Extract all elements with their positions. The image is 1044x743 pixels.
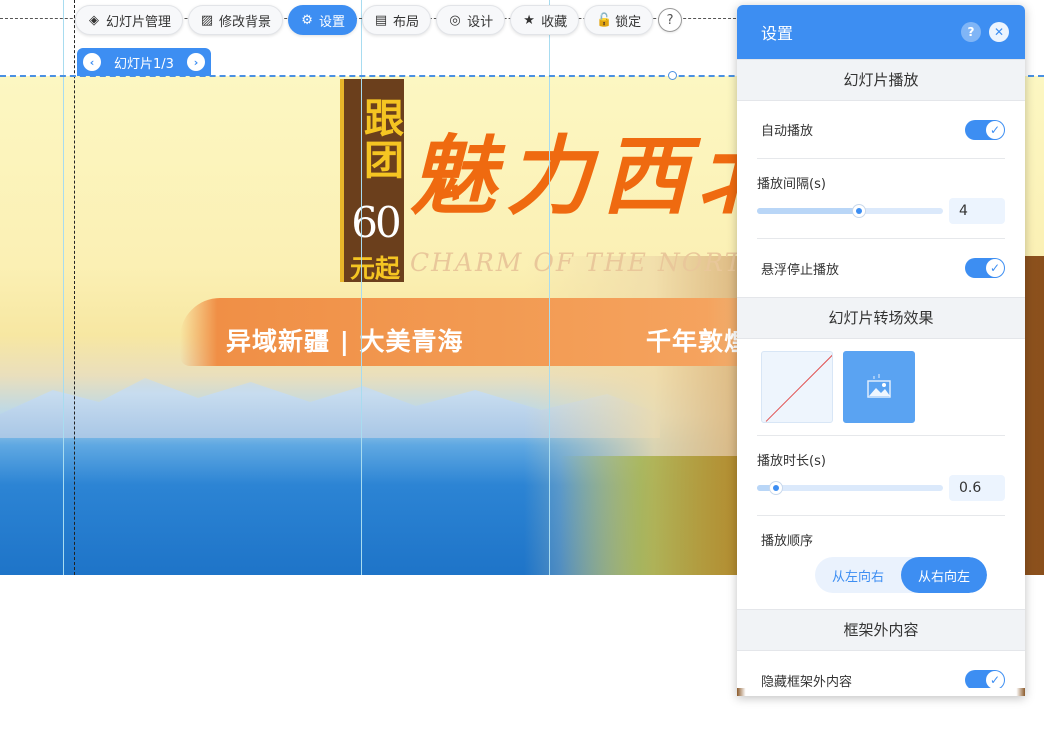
- autoplay-toggle[interactable]: ✓: [965, 119, 1005, 140]
- panel-header-icons: ? ✕: [961, 22, 1009, 42]
- lock-label: 锁定: [615, 14, 642, 30]
- effect-fade-option[interactable]: [843, 351, 915, 423]
- design-icon: ◎: [449, 12, 461, 28]
- close-icon[interactable]: ✕: [989, 22, 1009, 42]
- gear-icon: ⚙: [301, 12, 313, 28]
- favorite-button[interactable]: ★ 收藏: [510, 5, 580, 35]
- guide-line: [549, 0, 550, 575]
- duration-input[interactable]: 0.6: [949, 475, 1005, 501]
- design-button[interactable]: ◎ 设计: [436, 5, 506, 35]
- check-icon: ✓: [986, 120, 1004, 139]
- settings-label: 设置: [319, 14, 346, 30]
- layout-label: 布局: [393, 14, 420, 30]
- duration-row: 播放时长(s) 0.6: [757, 436, 1005, 516]
- hide-outside-toggle[interactable]: ✓: [965, 670, 1005, 690]
- slide-counter: 幻灯片1/3: [114, 56, 174, 72]
- tag-bottom-text: 元起: [349, 254, 400, 283]
- floating-toolbar: ◈ 幻灯片管理 ▨ 修改背景 ⚙ 设置 ▤ 布局 ◎ 设计 ★ 收藏 🔓 锁定 …: [75, 5, 683, 35]
- slogan-right: 千年敦煌: [646, 327, 751, 356]
- lock-button[interactable]: 🔓 锁定: [584, 5, 654, 35]
- chevron-right-icon: ›: [193, 55, 199, 69]
- layout-button[interactable]: ▤ 布局: [362, 5, 432, 35]
- section-transition: 幻灯片转场效果: [737, 297, 1025, 339]
- price-tag: 跟团 60 元起: [340, 79, 404, 283]
- image-icon: [867, 374, 891, 398]
- interval-label: 播放间隔(s): [757, 177, 826, 192]
- next-slide-button[interactable]: ›: [187, 53, 205, 71]
- duration-slider-thumb[interactable]: [768, 481, 783, 495]
- hover-stop-label: 悬浮停止播放: [761, 262, 840, 278]
- change-background-button[interactable]: ▨ 修改背景: [188, 5, 284, 35]
- slide-manage-label: 幻灯片管理: [106, 14, 172, 30]
- change-background-label: 修改背景: [219, 14, 272, 30]
- duration-slider[interactable]: [757, 481, 943, 495]
- slogan-left: 异域新疆 | 大美青海: [226, 327, 464, 356]
- toolbar-help-button[interactable]: ?: [658, 8, 683, 32]
- effects-row: [757, 339, 1005, 436]
- resize-handle[interactable]: [668, 71, 677, 80]
- tag-top-text: 跟团: [357, 97, 403, 181]
- effect-none-option[interactable]: [761, 351, 833, 423]
- slide-manage-button[interactable]: ◈ 幻灯片管理: [75, 5, 184, 35]
- help-icon[interactable]: ?: [961, 22, 981, 42]
- desert-edge: [560, 456, 760, 575]
- image-icon: ▨: [200, 12, 214, 28]
- order-right-to-left-option[interactable]: 从右向左: [901, 557, 987, 593]
- interval-slider[interactable]: [757, 204, 943, 218]
- section-frame-outside: 框架外内容: [737, 609, 1025, 651]
- section-slide-play: 幻灯片播放: [737, 59, 1025, 101]
- guide-dashed-vertical: [74, 0, 75, 575]
- favorite-label: 收藏: [541, 14, 568, 30]
- interval-slider-thumb[interactable]: [852, 204, 867, 218]
- design-label: 设计: [467, 14, 494, 30]
- order-segmented-control: 从左向右 从右向左: [815, 557, 987, 593]
- panel-header: 设置 ? ✕: [737, 5, 1025, 59]
- slide-pager: ‹ 幻灯片1/3 ›: [77, 48, 211, 76]
- layers-icon: ◈: [89, 12, 99, 28]
- settings-panel: 设置 ? ✕ 幻灯片播放 自动播放 ✓ 播放间隔(s) 4 悬浮停止播放 ✓ 幻…: [737, 5, 1025, 696]
- lock-icon: 🔓: [596, 12, 613, 28]
- settings-button[interactable]: ⚙ 设置: [288, 5, 358, 35]
- prev-slide-button[interactable]: ‹: [83, 53, 101, 71]
- autoplay-row: 自动播放 ✓: [757, 101, 1005, 159]
- order-left-to-right-option[interactable]: 从左向右: [815, 557, 901, 593]
- panel-title: 设置: [761, 24, 794, 43]
- check-icon: ✓: [986, 259, 1004, 277]
- check-icon: ✓: [986, 671, 1004, 689]
- interval-row: 播放间隔(s) 4: [757, 159, 1005, 239]
- chevron-left-icon: ‹: [89, 55, 95, 69]
- order-label: 播放顺序: [761, 534, 814, 549]
- star-icon: ★: [523, 12, 535, 28]
- hover-stop-row: 悬浮停止播放 ✓: [757, 239, 1005, 297]
- interval-slider-fill: [757, 208, 860, 214]
- hover-stop-toggle[interactable]: ✓: [965, 258, 1005, 278]
- guide-line: [361, 0, 362, 575]
- duration-label: 播放时长(s): [757, 454, 826, 469]
- tag-number: 60: [351, 198, 401, 247]
- autoplay-label: 自动播放: [761, 124, 814, 139]
- hide-outside-label: 隐藏框架外内容: [761, 674, 853, 690]
- interval-input[interactable]: 4: [949, 198, 1005, 224]
- panel-footer-edge: [737, 688, 1025, 696]
- order-row: 播放顺序 从左向右 从右向左: [757, 516, 1005, 609]
- guide-line: [63, 0, 64, 575]
- layout-icon: ▤: [374, 12, 388, 28]
